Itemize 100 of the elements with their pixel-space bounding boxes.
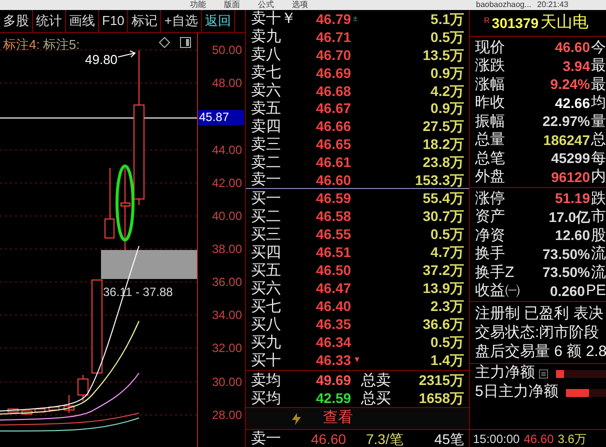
stat-value: 45299: [550, 151, 590, 166]
axis-label: 30.00: [212, 376, 242, 388]
price-value: 46.60: [316, 172, 352, 187]
price-value: 46.59: [316, 191, 352, 206]
diamond-icon[interactable]: [159, 37, 170, 48]
stat-label: 均: [591, 95, 606, 110]
price-value: 46.61: [316, 155, 352, 170]
candlestick: [78, 374, 88, 402]
menu-item[interactable]: 功能: [190, 1, 206, 9]
level-label: 卖二: [251, 154, 282, 170]
stat-label: 流: [591, 264, 606, 280]
view-link[interactable]: 查看: [323, 407, 353, 430]
stat-value: 51.19: [554, 191, 590, 206]
toolbar-tab[interactable]: 多股: [0, 10, 33, 32]
volume-value: 37.2万: [422, 263, 464, 278]
total-value: 2315万: [418, 373, 464, 388]
axis-label: 48.00: [212, 77, 242, 89]
panel-icon[interactable]: [180, 37, 191, 48]
stat-label: PE: [586, 283, 606, 298]
menu-item[interactable]: 选项: [292, 1, 308, 9]
arrow-icon: [118, 50, 136, 58]
price-value: 46.68: [316, 84, 352, 98]
tick-time: 15:00:00: [473, 430, 520, 447]
stat-label: 昨收: [475, 95, 506, 110]
stat-label: 量: [591, 114, 606, 129]
info-text: 交易状态:闭市阶段: [474, 323, 600, 342]
stat-label: 总笔: [475, 150, 506, 166]
list-icon[interactable]: [539, 368, 548, 380]
level-label: 买三: [251, 226, 282, 242]
candlestick: [104, 168, 114, 238]
stat-label: 流: [591, 246, 606, 262]
toolbar-tab[interactable]: 画线: [66, 10, 99, 32]
stock-name: 天山电: [540, 12, 588, 33]
volume-value: 4.2万: [430, 84, 464, 98]
menu-item[interactable]: 公式: [258, 1, 274, 9]
candlestick: [34, 408, 46, 412]
stat-label: 股: [591, 228, 606, 243]
flow-label: 5日主力净额: [475, 382, 558, 402]
market-label: R: [484, 15, 490, 27]
toolbar-tab[interactable]: F10: [99, 10, 128, 32]
volume-value: 0.5万: [430, 335, 464, 350]
price-marker: ▼: [353, 356, 361, 364]
level-label: 卖九: [251, 29, 282, 44]
level-label: 卖三: [251, 136, 282, 152]
stat-value: 186247: [542, 132, 590, 147]
toolbar-tab[interactable]: 统计: [33, 10, 66, 32]
toolbar-tab[interactable]: 返回: [202, 10, 235, 32]
level-label: 买七: [251, 298, 282, 314]
stat-value: 9.24%: [549, 77, 590, 92]
volume-value: 4.7万: [430, 245, 464, 260]
average-label: 卖均: [251, 372, 282, 388]
level-label: 卖八: [251, 47, 282, 62]
stat-label: 总: [591, 132, 606, 148]
level-label: 买二: [251, 208, 282, 224]
volume-value: 18.2万: [422, 137, 464, 152]
stat-label: 外盘: [475, 169, 506, 184]
stat-label: 换手Z: [475, 264, 516, 280]
price-marker: ±: [353, 14, 358, 23]
volume-value: 13.5万: [422, 48, 464, 62]
price-value: 46.67: [316, 101, 352, 116]
level-label: 买五: [251, 262, 282, 278]
menu-item[interactable]: 版面: [224, 1, 240, 9]
stat-value: 96120: [550, 170, 590, 184]
stat-label: 内: [591, 169, 606, 184]
volume-value: 0.5万: [430, 227, 464, 242]
average-price: 42.59: [316, 391, 352, 406]
stat-label: 现价: [475, 40, 506, 55]
level-label: 卖一: [251, 172, 282, 188]
volume-value: 23.8万: [422, 155, 464, 170]
stat-label: 振幅: [475, 114, 506, 129]
candlestick: [64, 394, 74, 414]
axis-label: 42.00: [212, 177, 242, 189]
price-value: 46.79: [316, 12, 352, 26]
stat-value: 12.60: [554, 228, 590, 242]
level-label: 买十: [251, 352, 282, 368]
price-value: 46.47: [316, 281, 352, 296]
clock-time: 20:21:43: [537, 1, 568, 9]
level-label: 买四: [251, 244, 282, 260]
toolbar-tab[interactable]: +自选: [161, 10, 202, 32]
volume-value: 0.9万: [430, 66, 464, 80]
stat-value: 73.50%: [542, 246, 590, 261]
toolbar-tab[interactable]: 标记: [128, 10, 162, 32]
axis-label: 34.00: [212, 309, 242, 321]
average-price: 49.69: [316, 373, 352, 388]
volume-value: 2.3万: [430, 299, 464, 314]
level-label: 买一: [251, 190, 282, 206]
level-label: 买八: [251, 316, 282, 332]
level-label: 卖七: [251, 65, 282, 80]
stat-value: 73.50%: [542, 265, 590, 280]
stat-value: 17.0亿: [548, 210, 590, 224]
stat-label: 跌: [591, 190, 606, 206]
stat-label: 每: [591, 150, 606, 166]
axis-label: 28.00: [212, 409, 242, 421]
price-value: 46.65: [316, 137, 352, 152]
price-value: 46.70: [316, 48, 352, 62]
stat-label: 涨幅: [475, 76, 506, 92]
total-label: 总买: [361, 390, 392, 406]
price-value: 46.35: [316, 317, 352, 332]
info-text: 注册制 已盈利 表决: [474, 304, 604, 323]
stat-value: 0.260: [548, 284, 585, 298]
